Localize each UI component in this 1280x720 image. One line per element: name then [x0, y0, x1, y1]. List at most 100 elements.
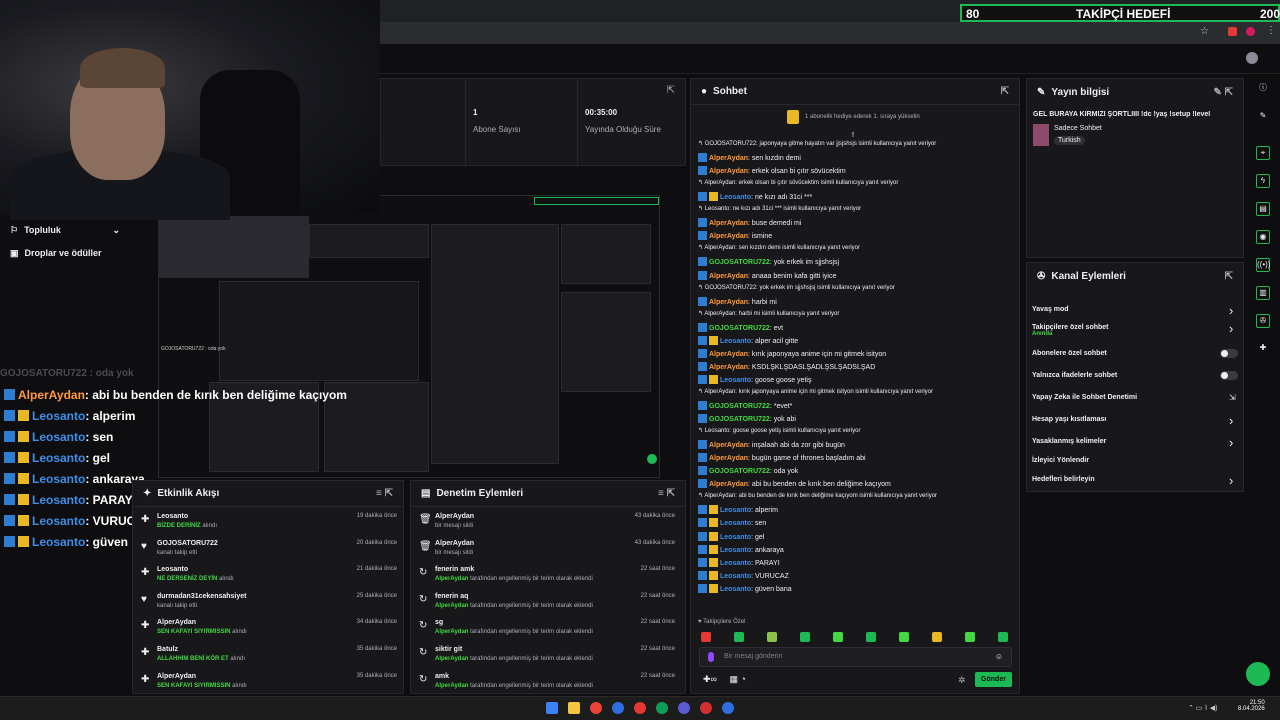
emote-icon[interactable]: [833, 632, 843, 642]
chrome-icon[interactable]: [590, 702, 602, 714]
toggle-switch[interactable]: [1220, 371, 1238, 380]
opera-icon[interactable]: [634, 702, 646, 714]
toggle-switch[interactable]: [1220, 349, 1238, 358]
emoji-icon[interactable]: ☺: [995, 652, 1003, 661]
channel-action-item[interactable]: Hedefleri belirleyin: [1032, 476, 1095, 483]
steam-icon[interactable]: [722, 702, 734, 714]
chat-input[interactable]: Bir mesaj gönderin ☺: [699, 647, 1012, 667]
radio-icon[interactable]: ((•)): [1256, 258, 1270, 272]
emote-icon[interactable]: [899, 632, 909, 642]
chat-bubble-icon[interactable]: [1246, 662, 1270, 686]
expand-icon[interactable]: ⇱: [1001, 86, 1009, 97]
chat-username[interactable]: AlperAydan: [709, 233, 748, 240]
channel-action-item[interactable]: Yavaş mod: [1032, 306, 1069, 313]
layout-icon[interactable]: ▥: [1256, 286, 1270, 300]
chat-icon[interactable]: ◉: [1256, 230, 1270, 244]
chat-username[interactable]: Leosanto: [720, 338, 751, 345]
mic-icon[interactable]: [708, 652, 714, 662]
folder-icon[interactable]: [568, 702, 580, 714]
chat-username[interactable]: Leosanto: [720, 507, 751, 514]
sidebar-item-drops[interactable]: ▣ Droplar ve ödüller: [0, 243, 130, 263]
list-item[interactable]: ✚ AlperAydan SEN KAFAYI SIYIRMISSIN alındı…: [133, 670, 403, 696]
chat-username[interactable]: GOJOSATORU722: [709, 416, 770, 423]
list-item[interactable]: ✚ AlperAydan SEN KAFAYI SIYIRMISSIN alındı…: [133, 616, 403, 642]
edit-icon[interactable]: ✎ ⇱: [1213, 87, 1233, 98]
emote-icon[interactable]: [965, 632, 975, 642]
tray-icons[interactable]: ⌃ ▭ ⌇ ◀): [1188, 704, 1217, 712]
emote-icon[interactable]: [998, 632, 1008, 642]
extension-icon[interactable]: [1228, 27, 1237, 36]
list-item[interactable]: 🗑 AlperAydan bir mesajı sildi 43 dakika önc…: [411, 537, 681, 563]
discord-icon[interactable]: [612, 702, 624, 714]
external-link-icon[interactable]: ⇲: [1229, 393, 1236, 402]
bolt-icon[interactable]: ϟ: [1256, 174, 1270, 188]
chat-username[interactable]: Leosanto: [720, 534, 751, 541]
chat-username[interactable]: Leosanto: [720, 520, 751, 527]
info-icon[interactable]: ⓘ: [1256, 82, 1270, 96]
chat-username[interactable]: Leosanto: [720, 586, 751, 593]
emote-icon[interactable]: [932, 632, 942, 642]
chevron-right-icon[interactable]: ›: [1229, 413, 1233, 428]
clipboard-icon[interactable]: ▤: [1256, 202, 1270, 216]
emote-icon[interactable]: [800, 632, 810, 642]
chat-username[interactable]: Leosanto: [720, 377, 751, 384]
filter-icon[interactable]: ≡ ⇱: [658, 488, 675, 499]
channel-action-item[interactable]: Yasaklanmış kelimeler: [1032, 438, 1106, 445]
send-button[interactable]: Gönder: [975, 672, 1012, 687]
filter-icon[interactable]: ≡ ⇱: [376, 488, 393, 499]
emote-icon[interactable]: [767, 632, 777, 642]
sidebar-item-community[interactable]: ⚐ Topluluk ⌄: [0, 220, 130, 240]
chevron-right-icon[interactable]: ›: [1229, 435, 1233, 450]
list-item[interactable]: ♥ GOJOSATORU722 kanalı takip etti 20 dakika…: [133, 537, 403, 563]
plus-icon[interactable]: ✚: [1256, 342, 1270, 356]
list-item[interactable]: ↻ fenerin aq AlperAydan tarafından engelle…: [411, 590, 681, 616]
chat-username[interactable]: AlperAydan: [709, 442, 748, 449]
expand-icon[interactable]: ⇱: [1225, 271, 1233, 282]
chat-username[interactable]: GOJOSATORU722: [709, 325, 770, 332]
chat-username[interactable]: GOJOSATORU722: [709, 468, 770, 475]
wrench-icon[interactable]: ✇: [1256, 314, 1270, 328]
chat-username[interactable]: Leosanto: [720, 547, 751, 554]
scroll-up-icon[interactable]: ⇑: [850, 131, 856, 139]
chat-username[interactable]: AlperAydan: [709, 168, 748, 175]
pencil-icon[interactable]: ✎: [1256, 110, 1270, 124]
chat-username[interactable]: AlperAydan: [709, 351, 748, 358]
chat-username[interactable]: Leosanto: [720, 560, 751, 567]
chat-username[interactable]: GOJOSATORU722: [709, 259, 770, 266]
avatar[interactable]: [1246, 52, 1258, 64]
chevron-right-icon[interactable]: ›: [1229, 321, 1233, 336]
list-item[interactable]: ↻ sg AlperAydan tarafından engellenmiş bir…: [411, 616, 681, 642]
channel-action-item[interactable]: İzleyici Yönlendir: [1032, 457, 1089, 464]
app-icon[interactable]: [700, 702, 712, 714]
chat-username[interactable]: AlperAydan: [709, 364, 748, 371]
emote-icon[interactable]: [701, 632, 711, 642]
chat-username[interactable]: AlperAydan: [709, 455, 748, 462]
channel-action-item[interactable]: Takipçilere özel sohbet Anında: [1032, 324, 1109, 337]
gear-icon[interactable]: ✲: [958, 675, 966, 686]
obs-icon[interactable]: [678, 702, 690, 714]
emote-icon[interactable]: [866, 632, 876, 642]
chat-username[interactable]: AlperAydan: [709, 220, 748, 227]
settings-row-icons[interactable]: ✚∞ ▦ ◔: [703, 674, 746, 685]
chevron-right-icon[interactable]: ›: [1229, 303, 1233, 318]
chat-username[interactable]: Leosanto: [720, 194, 751, 201]
list-item[interactable]: ↻ siktir git AlperAydan tarafından engelle…: [411, 643, 681, 669]
channel-action-item[interactable]: Abonelere özel sohbet: [1032, 350, 1107, 357]
tag-badge[interactable]: Turkish: [1054, 136, 1085, 145]
chat-username[interactable]: AlperAydan: [709, 481, 748, 488]
list-item[interactable]: ✚ Leosanto NE DERSENİZ DEYİN alındı 21 daki…: [133, 563, 403, 589]
list-item[interactable]: ↻ amk AlperAydan tarafından engellenmiş bi…: [411, 670, 681, 696]
chat-username[interactable]: AlperAydan: [709, 273, 748, 280]
list-item[interactable]: ✚ Batulz ALLAHHIM BENİ KÖR ET alındı 35 dak…: [133, 643, 403, 669]
list-item[interactable]: ✚ Leosanto BİZDE DERİNİZ alındı 19 dakika ö…: [133, 510, 403, 536]
expand-icon[interactable]: ⇱: [667, 85, 675, 96]
start-icon[interactable]: [546, 702, 558, 714]
chat-username[interactable]: GOJOSATORU722: [709, 403, 770, 410]
list-item[interactable]: 🗑 AlperAydan bir mesajı sildi 43 dakika önc…: [411, 510, 681, 536]
chat-username[interactable]: AlperAydan: [709, 155, 748, 162]
crosshair-icon[interactable]: ⌖: [1256, 146, 1270, 160]
emote-icon[interactable]: [734, 632, 744, 642]
channel-action-item[interactable]: Yapay Zeka ile Sohbet Denetimi: [1032, 394, 1137, 401]
menu-icon[interactable]: ⋮: [1266, 25, 1276, 36]
edge-icon[interactable]: [656, 702, 668, 714]
